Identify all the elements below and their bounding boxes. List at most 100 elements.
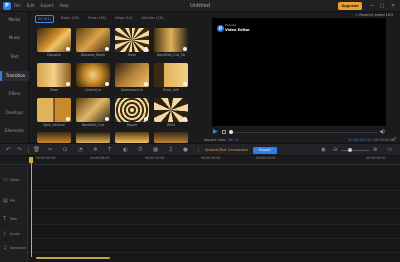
transition-thumbnail[interactable] [154, 28, 188, 52]
audio-detach-icon[interactable]: ♫ [168, 144, 173, 156]
snapshot-icon[interactable]: ◉ [321, 144, 326, 156]
track-name: PIP [10, 199, 16, 203]
transition-thumbnail[interactable] [76, 28, 110, 52]
sidebar-item-transition[interactable]: Transition [0, 71, 29, 81]
timeline-scrollbar[interactable] [36, 257, 110, 259]
thumbnail-label: BandSlid_Cut_50 [157, 53, 185, 57]
track-narration[interactable]: ♫ Narration [0, 242, 28, 254]
audio-track-icon: ♪ [3, 231, 7, 237]
zoom-out-icon[interactable]: ⊖ [333, 144, 338, 156]
cut-icon[interactable]: ✂ [48, 144, 53, 156]
track-video[interactable]: ▭ Video [0, 174, 28, 186]
close-icon[interactable]: ✕ [389, 0, 397, 12]
progress-knob[interactable] [229, 130, 233, 135]
menu-export[interactable]: Export [40, 0, 53, 12]
download-icon[interactable] [105, 47, 109, 51]
download-icon[interactable] [144, 117, 148, 121]
export-button[interactable]: Export [253, 147, 277, 154]
delete-icon[interactable]: 🗑 [33, 144, 40, 156]
narration-track-icon: ♫ [3, 245, 8, 251]
download-icon[interactable] [66, 47, 70, 51]
transition-thumbnail[interactable] [37, 63, 71, 87]
tab-wipe[interactable]: Wipe (10) [113, 15, 134, 23]
download-icon[interactable] [183, 47, 187, 51]
tab-basic[interactable]: Basic (16) [59, 15, 81, 23]
sidebar-item-music[interactable]: Music [0, 33, 29, 43]
download-icon[interactable] [66, 82, 70, 86]
watermark-title: Video Editor [225, 27, 250, 32]
record-icon[interactable]: ● [183, 144, 188, 156]
transition-thumbnail[interactable] [76, 98, 110, 122]
undo-icon[interactable]: ↶ [6, 144, 11, 156]
menu-file[interactable]: File [14, 0, 21, 12]
download-icon[interactable] [66, 117, 70, 121]
menu-edit[interactable]: Edit [27, 0, 35, 12]
playback-progress[interactable] [229, 130, 377, 135]
transition-thumbnail[interactable] [154, 132, 188, 143]
fit-icon[interactable]: ▭ [387, 144, 392, 156]
upgrade-button[interactable]: Upgrade [338, 2, 362, 10]
preview-screen: P Powered Video Editor [212, 18, 386, 126]
tab-shutter[interactable]: Shutter (15) [140, 15, 166, 23]
tab-fresh[interactable]: Fresh (16) [86, 15, 108, 23]
sidebar-item-text[interactable]: Text [0, 52, 29, 62]
volume-icon[interactable]: ◀) [379, 128, 385, 136]
transition-thumbnail[interactable] [115, 28, 149, 52]
redo-icon[interactable]: ↷ [17, 144, 22, 156]
track-audio[interactable]: ♪ Audio [0, 228, 28, 240]
duration-icon[interactable]: ⏱ [138, 144, 142, 156]
transition-thumbnail[interactable] [76, 63, 110, 87]
transition-thumbnail[interactable] [37, 98, 71, 122]
tab-all[interactable]: All (91) [35, 15, 54, 23]
download-icon[interactable] [144, 47, 148, 51]
maximize-icon[interactable]: ▢ [378, 0, 386, 12]
transition-thumbnail[interactable] [115, 98, 149, 122]
track-pip[interactable]: ▤ PIP [0, 195, 28, 207]
download-icon[interactable] [105, 82, 109, 86]
timeline-tracks[interactable] [29, 166, 400, 262]
edit-toolbar: ↶ ↷ 🗑 ✂ ⊡ ◔ ❄ T ◐ ⏱ ▦ ♫ ● Speech/Text Co… [0, 143, 400, 156]
toolbar-divider [28, 147, 29, 153]
transition-thumbnail[interactable] [115, 132, 149, 143]
video-track-icon: ▭ [3, 177, 8, 183]
menu-help[interactable]: Help [60, 0, 69, 12]
transition-thumbnail[interactable] [154, 63, 188, 87]
track-divider [29, 224, 400, 225]
download-icon[interactable] [183, 117, 187, 121]
timeline-ruler[interactable]: 00:00:00:00 00:00:06:00 00:00:12:00 00:0… [0, 156, 400, 165]
sidebar-item-elements[interactable]: Elements [0, 126, 29, 136]
transition-thumbnail[interactable] [154, 98, 188, 122]
transition-thumbnail[interactable] [76, 132, 110, 143]
thumbnail-label: Central_in [84, 88, 102, 92]
ruler-tick: 00:00:24:00 [256, 156, 276, 160]
track-text[interactable]: T Text [0, 213, 28, 225]
stop-icon[interactable] [222, 130, 226, 134]
play-icon[interactable]: ▶ [213, 129, 218, 135]
transition-thumbnail[interactable] [37, 28, 71, 52]
track-headers: ▭ Video ▤ PIP T Text ♪ Audio ♫ Narration [0, 166, 28, 262]
minimize-icon[interactable]: — [368, 0, 376, 12]
sidebar-item-filters[interactable]: Filters [0, 89, 29, 99]
freeze-icon[interactable]: ❄ [93, 144, 98, 156]
crop-icon[interactable]: ⊡ [63, 144, 68, 156]
download-icon[interactable] [183, 82, 187, 86]
speed-icon[interactable]: ◔ [78, 144, 83, 156]
zoom-slider[interactable] [341, 150, 369, 151]
zoom-in-icon[interactable]: ⊕ [373, 144, 378, 156]
ruler-tick: 00:00:00:00 [36, 156, 56, 160]
transition-thumbnail[interactable] [37, 132, 71, 143]
sidebar-item-overlays[interactable]: Overlays [0, 108, 29, 118]
text-icon[interactable]: T [108, 144, 111, 156]
playhead[interactable] [30, 163, 32, 257]
track-divider [29, 238, 400, 239]
speech-text-button[interactable]: Speech/Text Conversion [205, 144, 248, 156]
mosaic-icon[interactable]: ▦ [153, 144, 158, 156]
thumbnail-label: BandSlid_Out [81, 123, 105, 127]
zoom-knob[interactable] [348, 148, 352, 152]
download-icon[interactable] [144, 82, 148, 86]
color-icon[interactable]: ◐ [123, 144, 128, 156]
sidebar-item-media[interactable]: Media [0, 15, 29, 25]
aspect-ratio-select[interactable]: 16 : 9 [228, 138, 238, 142]
transition-thumbnail[interactable] [115, 63, 149, 87]
download-icon[interactable] [105, 117, 109, 121]
